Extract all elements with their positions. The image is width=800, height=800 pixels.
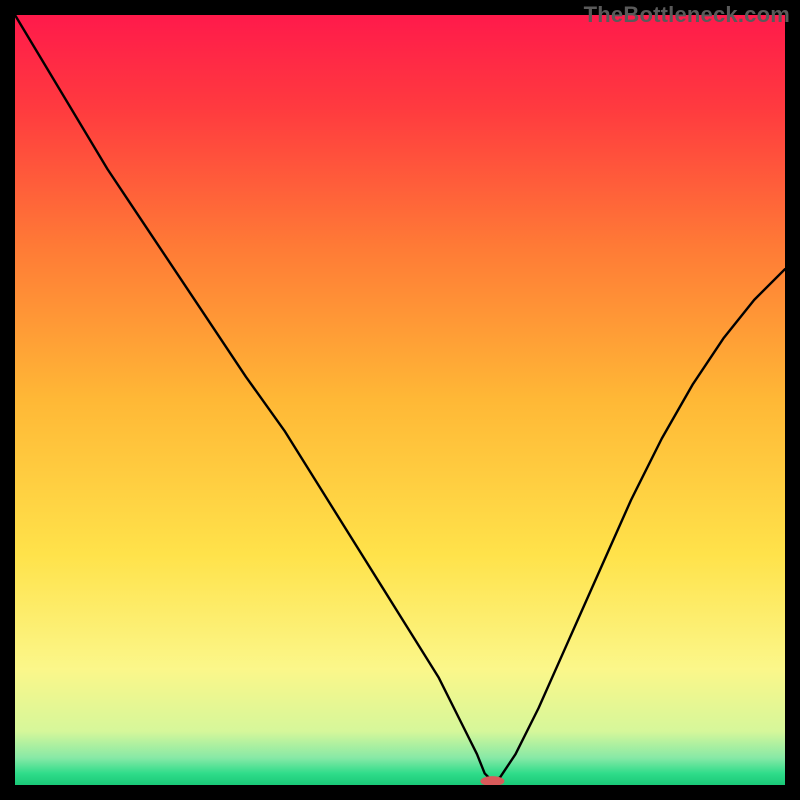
watermark-label: TheBottleneck.com	[584, 2, 790, 28]
bottleneck-plot-svg	[15, 15, 785, 785]
plot-area	[15, 15, 785, 785]
gradient-background	[15, 15, 785, 785]
chart-frame: TheBottleneck.com	[0, 0, 800, 800]
